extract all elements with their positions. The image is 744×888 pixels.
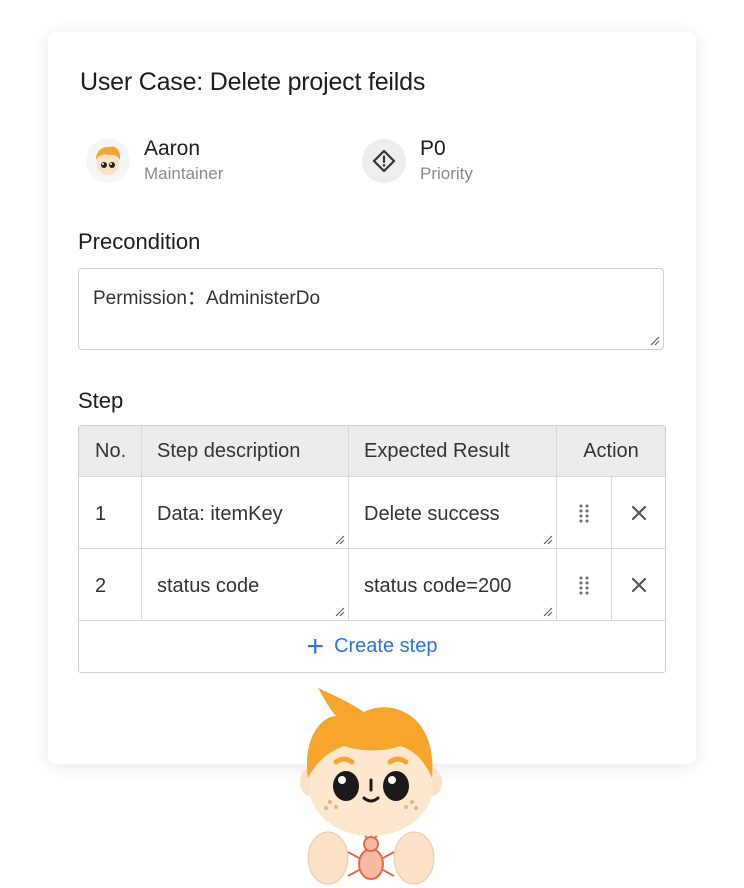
step-description-value: status code — [157, 575, 260, 597]
priority-badge[interactable] — [362, 139, 406, 183]
step-number: 1 — [79, 477, 142, 548]
diamond-alert-icon — [372, 149, 396, 173]
column-header-description: Step description — [142, 426, 349, 476]
step-description-field[interactable]: status code — [142, 549, 349, 620]
priority-value: P0 — [420, 137, 446, 160]
drag-handle[interactable] — [557, 477, 612, 548]
maintainer-info: Aaron Maintainer — [86, 136, 223, 186]
precondition-textarea[interactable]: Permission：AdministerDo — [78, 268, 664, 350]
expected-result-value: status code=200 — [364, 575, 512, 597]
step-description-value: Data: itemKey — [157, 503, 283, 525]
maintainer-role: Maintainer — [144, 164, 224, 183]
drag-handle[interactable] — [557, 549, 612, 620]
expected-result-value: Delete success — [364, 503, 500, 525]
table-header: No. Step description Expected Result Act… — [79, 426, 665, 477]
bug-icon — [347, 830, 395, 880]
precondition-value: Permission：AdministerDo — [93, 288, 321, 309]
column-header-no: No. — [79, 426, 142, 476]
column-header-expected: Expected Result — [349, 426, 557, 476]
column-header-action: Action — [583, 439, 639, 462]
delete-step-button[interactable] — [612, 549, 665, 620]
close-icon — [631, 577, 646, 592]
page-title: User Case: Delete project feilds — [80, 68, 426, 96]
resize-handle-icon[interactable] — [541, 533, 553, 545]
resize-handle-icon[interactable] — [333, 605, 345, 617]
resize-handle-icon[interactable] — [333, 533, 345, 545]
resize-handle-icon[interactable] — [648, 334, 660, 346]
delete-step-button[interactable] — [612, 477, 665, 548]
table-row: 2 status code status code=200 — [79, 549, 665, 621]
step-label: Step — [78, 388, 124, 413]
user-case-card: User Case: Delete project feilds Aaron M… — [48, 32, 696, 764]
drag-handle-icon — [579, 576, 589, 594]
step-table: No. Step description Expected Result Act… — [78, 425, 666, 673]
avatar-boy-icon — [96, 146, 120, 175]
step-description-field[interactable]: Data: itemKey — [142, 477, 349, 548]
step-number: 2 — [79, 549, 142, 620]
create-step-button[interactable]: + Create step — [79, 621, 665, 672]
close-icon — [631, 505, 646, 520]
plus-icon: + — [306, 629, 325, 663]
drag-handle-icon — [579, 504, 589, 522]
maintainer-name: Aaron — [144, 137, 201, 160]
avatar[interactable] — [86, 139, 130, 183]
precondition-label: Precondition — [78, 229, 201, 254]
resize-handle-icon[interactable] — [541, 605, 553, 617]
expected-result-field[interactable]: Delete success — [349, 477, 557, 548]
priority-label: Priority — [420, 164, 473, 183]
mascot-illustration — [300, 688, 442, 885]
table-row: 1 Data: itemKey Delete success — [79, 477, 665, 549]
expected-result-field[interactable]: status code=200 — [349, 549, 557, 620]
priority-info: P0 Priority — [362, 136, 473, 186]
create-step-label: Create step — [334, 635, 438, 657]
